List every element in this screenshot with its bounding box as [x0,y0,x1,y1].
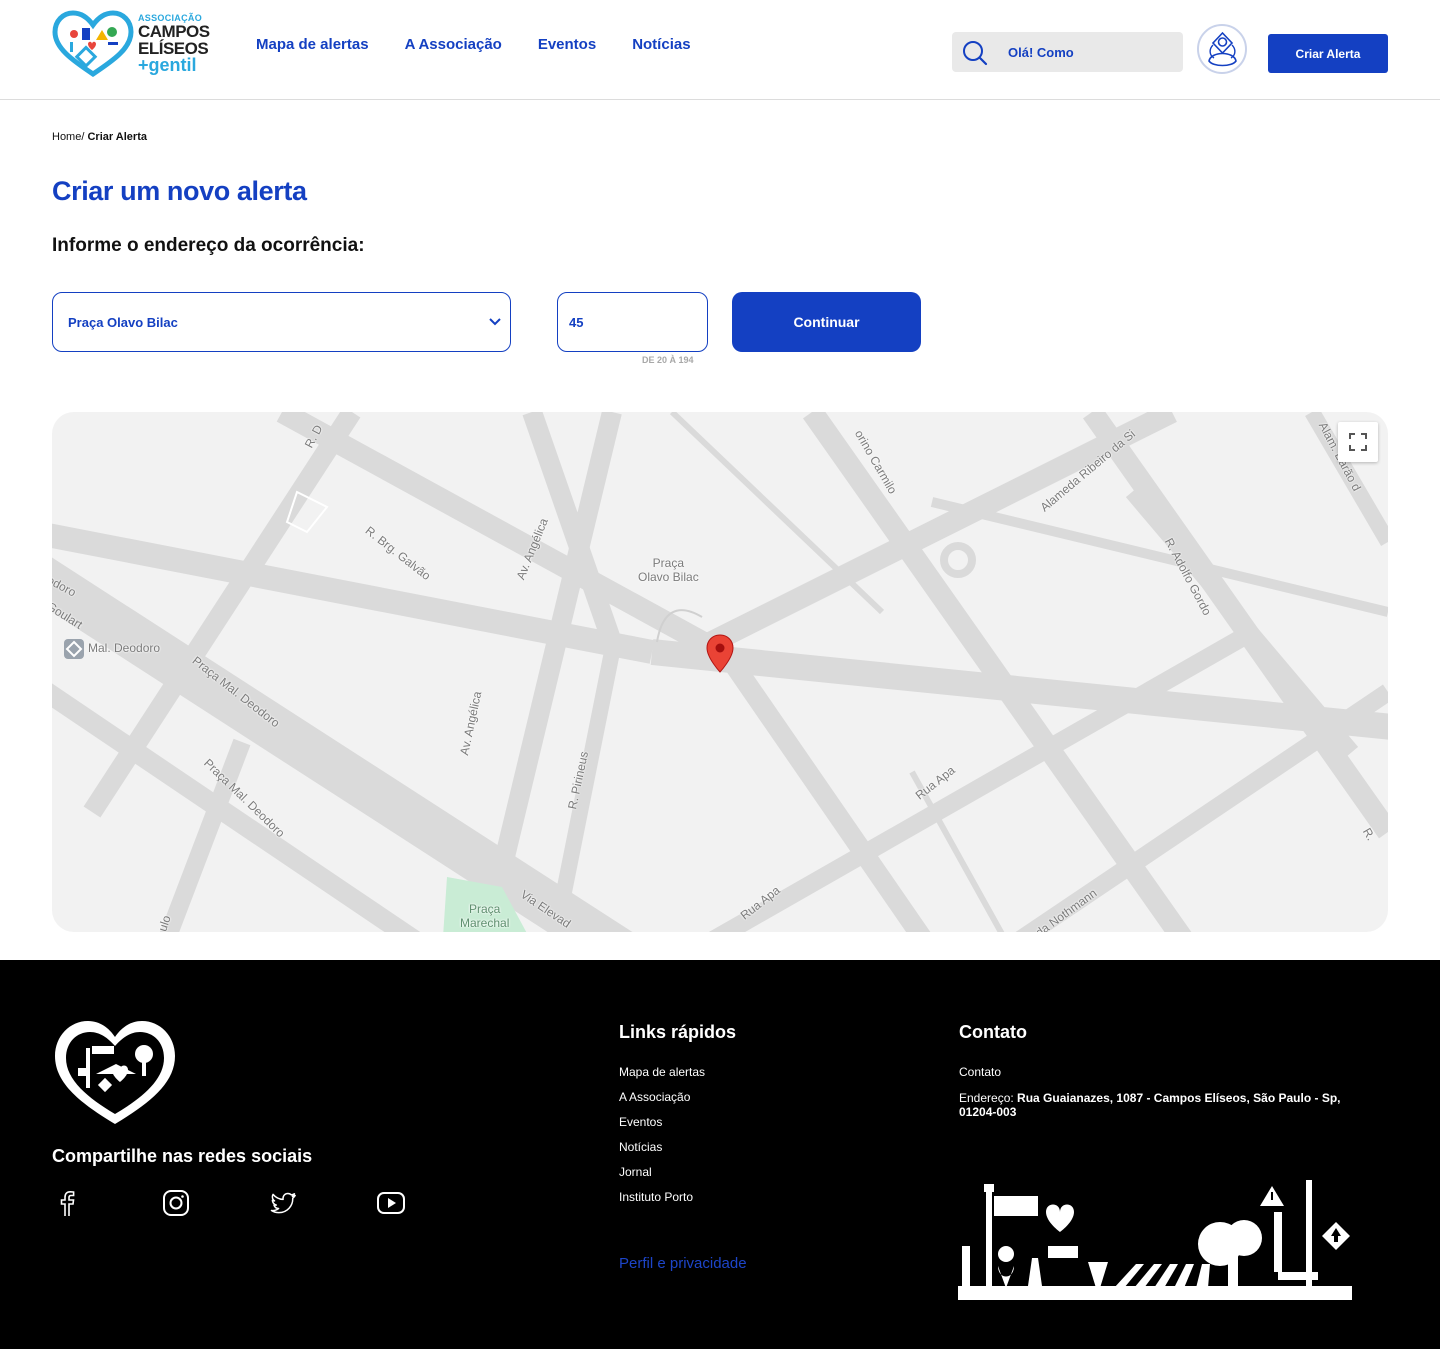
page-title: Criar um novo alerta [52,176,307,206]
heart-logo-icon [52,10,134,78]
logo-line-4: +gentil [138,55,197,75]
contact-address: Endereço: Rua Guaianazes, 1087 - Campos … [959,1091,1379,1119]
city-skyline-illustration-icon [958,1180,1352,1300]
search-icon [963,41,988,66]
search-box[interactable] [952,32,1183,72]
footer-link-a-associacao[interactable]: A Associação [619,1090,705,1115]
nav-link-a-associacao[interactable]: A Associação [405,36,502,53]
map-label-praca-marechal: Praça Marechal [460,902,510,930]
breadcrumb-current: Criar Alerta [87,131,147,143]
footer-link-jornal[interactable]: Jornal [619,1165,705,1190]
footer-link-noticias[interactable]: Notícias [619,1140,705,1165]
privacy-link[interactable]: Perfil e privacidade [619,1255,747,1272]
breadcrumb-home-link[interactable]: Home [52,131,81,143]
site-logo[interactable]: ASSOCIAÇÃO CAMPOS ELÍSEOS +gentil [52,10,212,80]
instagram-icon[interactable] [161,1188,191,1218]
twitter-icon[interactable] [268,1188,298,1218]
street-select-value: Praça Olavo Bilac [68,315,178,330]
logo-line-2: CAMPOS [138,22,210,41]
footer-link-instituto-porto[interactable]: Instituto Porto [619,1190,705,1215]
street-number-input[interactable] [557,292,708,352]
nav-link-eventos[interactable]: Eventos [538,36,596,53]
site-footer: Compartilhe nas redes sociais Links rápi… [0,960,1440,1349]
youtube-icon[interactable] [376,1188,406,1218]
footer-link-eventos[interactable]: Eventos [619,1115,705,1140]
site-header: ASSOCIAÇÃO CAMPOS ELÍSEOS +gentil Mapa d… [0,0,1440,100]
map-label-mal-deodoro-station: Mal. Deodoro [88,641,161,655]
main-nav: Mapa de alertas A Associação Eventos Not… [256,36,691,53]
breadcrumb: Home/ Criar Alerta [52,131,147,143]
chevron-down-icon [489,318,501,326]
contact-link[interactable]: Contato [959,1065,1001,1079]
nav-link-noticias[interactable]: Notícias [632,36,690,53]
fullscreen-icon [1349,433,1367,451]
map-label-praca-olavo-bilac: Praça Olavo Bilac [638,556,699,584]
map-marker-icon[interactable] [706,634,734,674]
footer-link-mapa-de-alertas[interactable]: Mapa de alertas [619,1065,705,1090]
quick-links-list: Mapa de alertas A Associação Eventos Not… [619,1065,705,1215]
facebook-icon[interactable] [52,1188,82,1218]
user-avatar[interactable] [1197,24,1247,74]
footer-heart-logo-icon [55,1021,175,1124]
user-avatar-icon [1208,31,1237,67]
address-value: Rua Guaianazes, 1087 - Campos Elíseos, S… [959,1091,1341,1119]
quick-links-title: Links rápidos [619,1022,737,1042]
share-title: Compartilhe nas redes sociais [52,1146,313,1166]
metro-station-icon [64,639,84,659]
create-alert-header-button[interactable]: Criar Alerta [1268,34,1388,73]
nav-link-mapa-de-alertas[interactable]: Mapa de alertas [256,36,369,53]
contact-title: Contato [959,1022,1027,1042]
street-select[interactable]: Praça Olavo Bilac [52,292,511,352]
continue-button[interactable]: Continuar [732,292,921,352]
address-prompt: Informe o endereço da ocorrência: [52,235,365,256]
search-input[interactable] [1008,40,1173,64]
address-map[interactable]: R. D R. Brg. Galvão Av. Angélica Av. Ang… [52,412,1388,932]
street-number-range-hint: DE 20 À 194 [642,355,694,365]
address-label: Endereço: [959,1091,1018,1105]
map-fullscreen-button[interactable] [1338,422,1378,462]
